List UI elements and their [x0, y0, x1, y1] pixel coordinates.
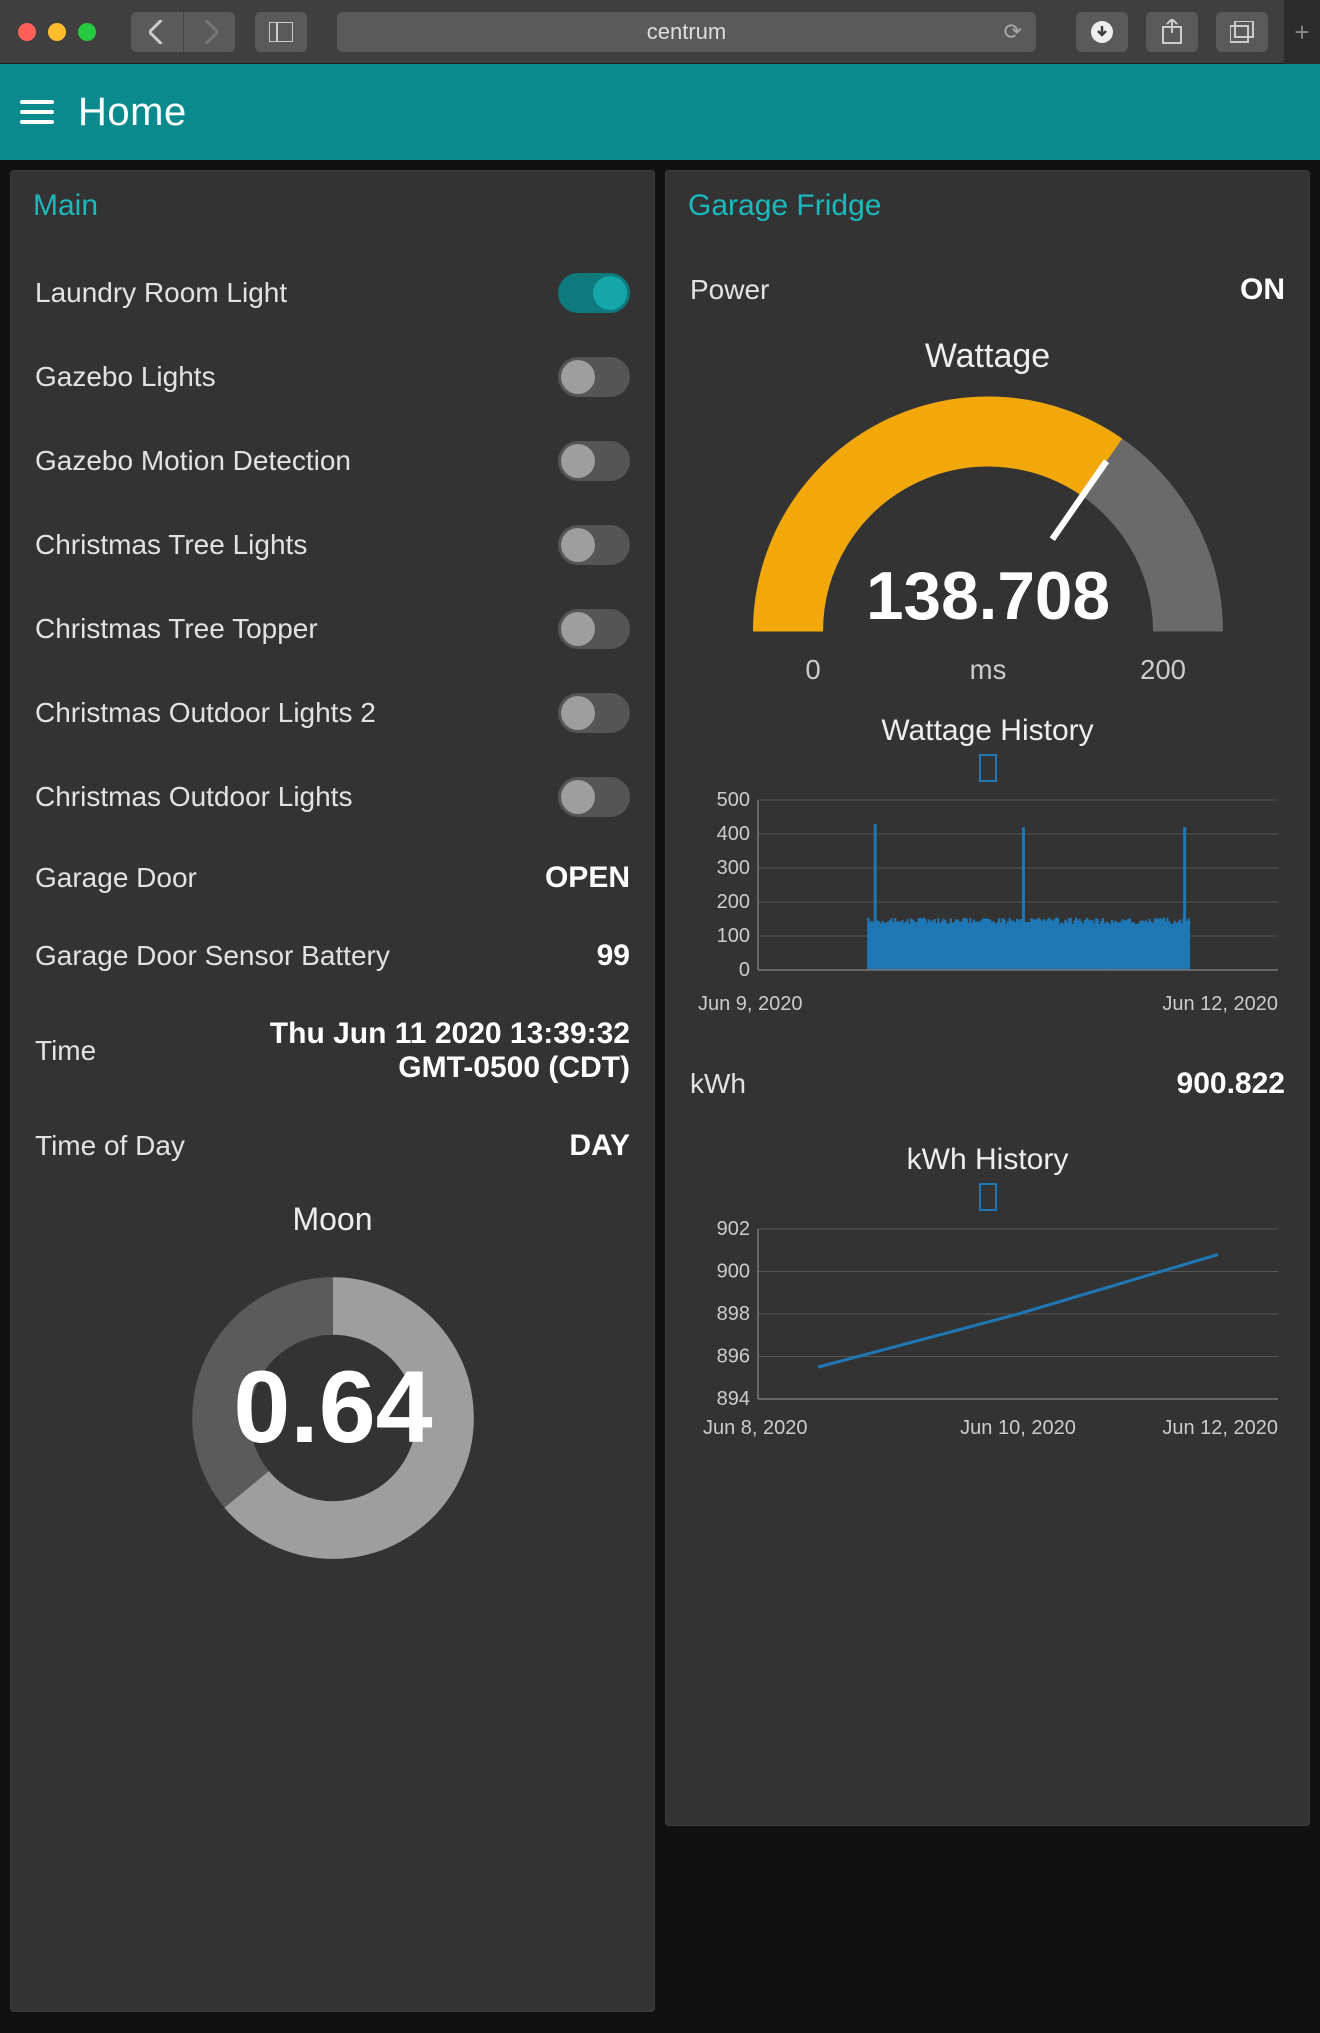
svg-text:900: 900 — [717, 1261, 750, 1283]
new-tab-button[interactable]: + — [1284, 0, 1320, 64]
kwh-label: kWh — [690, 1068, 746, 1100]
legend-swatch — [979, 754, 997, 782]
sensor-row: Time Thu Jun 11 2020 13:39:32 GMT-0500 (… — [33, 995, 632, 1107]
wattage-gauge-section: Wattage 138.708 0 ms 200 — [688, 337, 1287, 694]
svg-text:0.64: 0.64 — [233, 1349, 432, 1464]
sensor-value: DAY — [569, 1129, 630, 1163]
moon-title: Moon — [33, 1201, 632, 1238]
svg-text:896: 896 — [717, 1346, 750, 1368]
kwh-history-chart[interactable]: 894 896 898 900 902 Jun 8, 2020 Jun 10, 2020 J… — [688, 1219, 1288, 1459]
svg-text:894: 894 — [717, 1388, 750, 1410]
power-label: Power — [690, 274, 769, 306]
svg-text:Jun 8, 2020: Jun 8, 2020 — [703, 1417, 808, 1439]
sensor-row: Garage Door Sensor Battery 99 — [33, 917, 632, 995]
content: Main Laundry Room Light Gazebo Lights Ga… — [0, 160, 1320, 2033]
switch-label: Laundry Room Light — [35, 277, 287, 309]
share-button[interactable] — [1146, 12, 1198, 52]
switch-row: Christmas Tree Lights — [33, 503, 632, 587]
svg-text:Jun 10, 2020: Jun 10, 2020 — [960, 1417, 1076, 1439]
toggle-switch[interactable] — [558, 441, 630, 481]
kwh-value: 900.822 — [1177, 1067, 1285, 1101]
address-text: centrum — [647, 19, 726, 45]
page-title: Home — [78, 90, 187, 135]
back-button[interactable] — [131, 12, 183, 52]
toggle-switch[interactable] — [558, 777, 630, 817]
switch-row: Christmas Outdoor Lights 2 — [33, 671, 632, 755]
fridge-card-title: Garage Fridge — [688, 189, 1287, 223]
sidebar-toggle-button[interactable] — [255, 12, 307, 52]
switch-row: Laundry Room Light — [33, 251, 632, 335]
sensor-label: Time — [35, 1035, 96, 1067]
sensor-label: Garage Door — [35, 862, 197, 894]
switch-label: Christmas Tree Lights — [35, 529, 307, 561]
moon-section: Moon 0.64 — [33, 1201, 632, 1578]
moon-gauge: 0.64 — [173, 1258, 493, 1578]
svg-text:200: 200 — [1140, 654, 1186, 685]
switch-label: Gazebo Lights — [35, 361, 216, 393]
app-header: Home — [0, 64, 1320, 160]
switch-row: Christmas Outdoor Lights — [33, 755, 632, 839]
power-row: Power ON — [688, 251, 1287, 329]
minimize-window-button[interactable] — [48, 23, 66, 41]
tabs-button[interactable] — [1216, 12, 1268, 52]
sensor-value: OPEN — [545, 861, 630, 895]
kwh-row: kWh 900.822 — [688, 1045, 1287, 1123]
sensor-row: Time of Day DAY — [33, 1107, 632, 1185]
toggle-switch[interactable] — [558, 525, 630, 565]
svg-text:Jun 9, 2020: Jun 9, 2020 — [698, 993, 803, 1015]
kwh-history-section: kWh History 894 896 898 900 902 Jun 8, 2020 J… — [688, 1143, 1287, 1464]
svg-text:100: 100 — [717, 925, 750, 947]
wattage-history-chart[interactable]: 0 100 200 300 400 500 Jun 9, 2020 Jun 12, 202… — [688, 790, 1288, 1020]
switch-label: Christmas Outdoor Lights 2 — [35, 697, 376, 729]
main-card: Main Laundry Room Light Gazebo Lights Ga… — [10, 170, 655, 2012]
svg-text:898: 898 — [717, 1303, 750, 1325]
legend-swatch — [979, 1183, 997, 1211]
toggle-switch[interactable] — [558, 693, 630, 733]
sensor-label: Time of Day — [35, 1130, 185, 1162]
svg-text:902: 902 — [717, 1219, 750, 1240]
svg-text:ms: ms — [969, 654, 1006, 685]
sensor-value: 99 — [597, 939, 630, 973]
kwh-history-title: kWh History — [688, 1143, 1287, 1177]
svg-text:0: 0 — [805, 654, 820, 685]
wattage-history-title: Wattage History — [688, 714, 1287, 748]
svg-text:300: 300 — [717, 857, 750, 879]
switch-label: Gazebo Motion Detection — [35, 445, 351, 477]
svg-text:Jun 12, 2020: Jun 12, 2020 — [1162, 1417, 1278, 1439]
svg-text:0: 0 — [739, 959, 750, 981]
switch-label: Christmas Tree Topper — [35, 613, 318, 645]
power-value: ON — [1240, 273, 1285, 307]
reload-icon[interactable]: ⟳ — [1004, 19, 1022, 45]
toggle-switch[interactable] — [558, 609, 630, 649]
svg-text:500: 500 — [717, 790, 750, 811]
browser-chrome: centrum ⟳ + — [0, 0, 1320, 64]
sensor-label: Garage Door Sensor Battery — [35, 940, 390, 972]
main-card-title: Main — [33, 189, 632, 223]
menu-icon[interactable] — [20, 92, 60, 132]
switch-row: Gazebo Lights — [33, 335, 632, 419]
nav-buttons — [131, 12, 235, 52]
switch-row: Gazebo Motion Detection — [33, 419, 632, 503]
close-window-button[interactable] — [18, 23, 36, 41]
garage-fridge-card: Garage Fridge Power ON Wattage 138.708 0… — [665, 170, 1310, 1826]
switch-label: Christmas Outdoor Lights — [35, 781, 352, 813]
switch-row: Christmas Tree Topper — [33, 587, 632, 671]
svg-text:400: 400 — [717, 823, 750, 845]
wattage-title: Wattage — [688, 337, 1287, 376]
svg-text:138.708: 138.708 — [866, 559, 1110, 634]
downloads-button[interactable] — [1076, 12, 1128, 52]
maximize-window-button[interactable] — [78, 23, 96, 41]
address-bar[interactable]: centrum ⟳ — [337, 12, 1036, 52]
forward-button[interactable] — [183, 12, 235, 52]
toggle-switch[interactable] — [558, 357, 630, 397]
toggle-switch[interactable] — [558, 273, 630, 313]
wattage-gauge: 138.708 0 ms 200 — [738, 394, 1238, 694]
sensor-row: Garage Door OPEN — [33, 839, 632, 917]
traffic-lights — [18, 23, 96, 41]
wattage-history-section: Wattage History 0 100 200 300 400 500 Jun 9, … — [688, 714, 1287, 1025]
svg-text:200: 200 — [717, 891, 750, 913]
svg-text:Jun 12, 2020: Jun 12, 2020 — [1162, 993, 1278, 1015]
sensor-value: Thu Jun 11 2020 13:39:32 GMT-0500 (CDT) — [200, 1017, 630, 1085]
